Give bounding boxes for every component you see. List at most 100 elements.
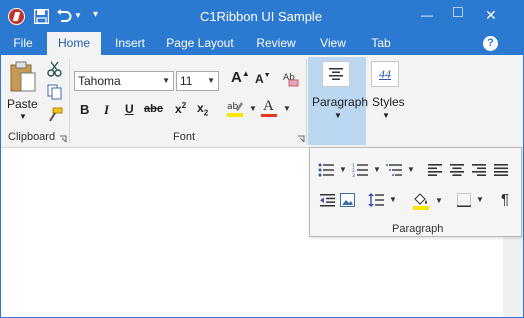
shrink-arrow-icon: ▼ [263,72,271,79]
minimize-button[interactable]: — [421,8,433,22]
save-icon[interactable] [34,9,49,24]
chevron-down-icon: ▼ [162,76,170,85]
clear-formatting-icon[interactable]: Ab [282,70,300,88]
group-separator [69,59,70,143]
clipboard-dialog-launcher-icon[interactable] [59,135,67,143]
paragraph-popup: ▼ 1 2 3 ▼ ▼ ▼ ▼ ▼ ¶ Paragraph [309,147,522,237]
strikethrough-button[interactable]: abc [144,103,163,115]
multilevel-list-icon [386,164,402,176]
font-size-combo[interactable]: 11 ▼ [176,71,219,91]
chevron-down-icon: ▼ [407,165,415,174]
borders-icon [457,193,471,207]
maximize-button[interactable]: □ [453,4,463,22]
styles-icon-box: 44 [371,61,399,87]
underline-button[interactable]: U [125,102,134,116]
font-dialog-launcher-icon[interactable] [297,135,305,143]
application-window: ▼ ▾ C1Ribbon UI Sample — □ ✕ File Home I… [0,0,524,318]
chevron-down-icon: ▼ [389,195,397,204]
tab-view[interactable]: View [315,32,351,55]
paste-icon [10,61,36,92]
bold-button[interactable]: B [80,102,89,117]
font-color-swatch [261,114,277,117]
undo-icon[interactable] [56,9,72,23]
shrink-font-button[interactable]: A▼ [255,72,271,86]
help-icon-glyph: ? [487,37,494,49]
font-color-button[interactable]: A ▼ [260,98,291,119]
grow-arrow-icon: ▲ [241,69,250,78]
highlighter-icon: ab [227,102,243,117]
numbering-button[interactable]: 1 2 3 ▼ [352,163,382,179]
cut-icon[interactable] [47,61,63,77]
tab-insert[interactable]: Insert [109,32,151,55]
chevron-down-icon: ▼ [207,76,215,85]
shrink-font-glyph: A [255,72,264,86]
paste-button[interactable]: Paste ▼ [5,59,41,127]
chevron-down-icon: ▼ [339,165,347,174]
paragraph-button[interactable]: Paragraph ▼ [308,57,369,145]
paragraph-icon-box [322,61,350,87]
clipboard-group-label: Clipboard [8,131,56,143]
chevron-down-icon: ▼ [249,104,257,113]
title-bar: ▼ ▾ C1Ribbon UI Sample — □ ✕ [1,1,523,32]
font-name-value: Tahoma [78,74,121,88]
align-center-icon [329,68,343,80]
align-right-icon[interactable] [472,164,486,176]
font-color-glyph: A [263,98,274,114]
window-title: C1Ribbon UI Sample [199,9,323,24]
format-painter-icon[interactable] [47,107,63,123]
font-group-label: Font [173,131,196,143]
popup-group-label: Paragraph [392,223,444,235]
grow-font-button[interactable]: A▲ [231,69,250,86]
decrease-indent-icon[interactable] [320,194,335,207]
tab-home[interactable]: Home [47,32,101,56]
align-left-icon[interactable] [428,164,442,176]
paint-bucket-icon [413,193,429,210]
tab-file[interactable]: File [7,32,39,55]
chevron-down-icon: ▼ [334,111,342,120]
borders-button[interactable]: ▼ [457,193,487,209]
chevron-down-icon: ▼ [476,195,484,204]
chevron-down-icon: ▼ [382,111,390,120]
show-marks-button[interactable]: ¶ [501,191,509,208]
app-icon[interactable] [8,8,25,25]
bullets-button[interactable]: ▼ [318,163,348,179]
group-separator [306,59,307,143]
styles-label: Styles [372,95,405,109]
chevron-down-icon: ▼ [435,196,443,205]
justify-icon[interactable] [494,164,508,176]
paragraph-label: Paragraph [312,95,369,109]
tab-tab[interactable]: Tab [365,32,397,55]
paste-dropdown-icon: ▼ [19,112,27,121]
paste-label: Paste [7,97,38,111]
styles-icon: 44 [379,67,391,81]
close-button[interactable]: ✕ [485,7,497,24]
undo-dropdown-icon[interactable]: ▼ [74,11,82,20]
styles-button[interactable]: 44 Styles ▼ [367,57,405,145]
svg-text:ab: ab [227,102,239,112]
tab-review[interactable]: Review [252,32,300,55]
multilevel-list-button[interactable]: ▼ [386,163,416,179]
font-name-combo[interactable]: Tahoma ▼ [74,71,174,91]
ribbon-home: Paste ▼ Clipboard Tahoma ▼ 11 ▼ A▲ A▼ Ab… [1,55,523,148]
shading-button[interactable]: ▼ [412,192,443,210]
help-icon[interactable]: ? [483,36,498,51]
font-size-value: 11 [180,74,193,88]
italic-button[interactable]: I [104,102,109,118]
bullet-list-icon [318,163,334,177]
copy-icon[interactable] [47,84,63,100]
numbered-list-icon: 1 2 3 [352,163,368,177]
chevron-down-icon: ▼ [283,104,291,113]
picture-icon[interactable] [340,193,355,207]
grow-font-glyph: A [231,69,242,86]
tab-page-layout[interactable]: Page Layout [164,32,236,55]
subscript-button[interactable]: x2 [197,101,208,117]
highlight-color-button[interactable]: ab ▼ [226,99,257,119]
chevron-down-icon: ▼ [373,165,381,174]
line-spacing-button[interactable]: ▼ [368,193,398,209]
align-center-icon[interactable] [450,164,464,176]
customize-qat-icon[interactable]: ▾ [93,9,98,20]
line-spacing-icon [368,193,384,207]
svg-text:3: 3 [352,173,355,177]
ribbon-tabs: File Home Insert Page Layout Review View… [1,32,523,56]
superscript-button[interactable]: x2 [175,101,186,116]
